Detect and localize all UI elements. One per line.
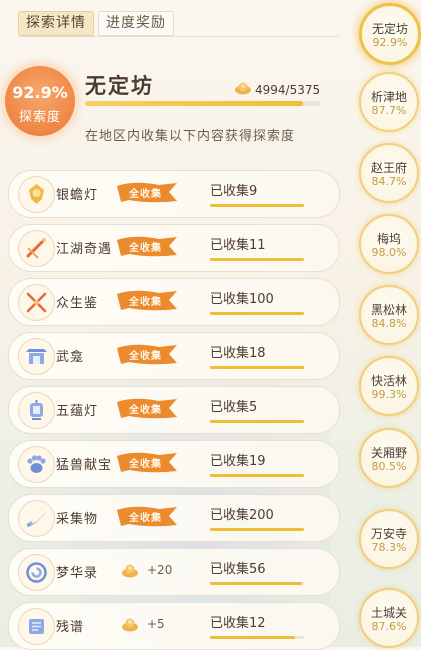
collected-count: 已收集5 (210, 400, 258, 415)
exploration-label: 探索度 (18, 110, 61, 125)
tab-bar: 探索详情 进度奖励 (18, 11, 174, 36)
exploration-percent: 92.9% (12, 83, 68, 102)
item-progress-bar (210, 636, 304, 639)
item-progress-bar (210, 312, 304, 315)
item-progress-fill (210, 528, 304, 531)
full-collection-badge: 全收集 (115, 236, 179, 257)
tab-divider (18, 36, 338, 37)
item-progress-fill (210, 366, 304, 369)
collectible-row[interactable]: 江湖奇遇 全收集 已收集11 (8, 224, 340, 272)
full-collection-badge: 全收集 (115, 182, 179, 203)
item-progress-bar (210, 528, 304, 531)
region-title: 无定坊 (85, 73, 154, 98)
item-progress-bar (210, 366, 304, 369)
item-progress-bar (210, 474, 304, 477)
scroll-icon (29, 619, 44, 634)
collectible-row[interactable]: 残谱 +5 已收集12 (8, 602, 340, 650)
collected-count: 已收集11 (210, 238, 266, 253)
full-collection-badge: 全收集 (115, 344, 179, 365)
item-name: 银蟾灯 (56, 188, 99, 203)
tab-exploration-details[interactable]: 探索详情 (18, 11, 94, 36)
collectible-row[interactable]: 猛兽献宝 全收集 已收集19 (8, 440, 340, 488)
item-name: 采集物 (56, 512, 99, 527)
item-name: 梦华录 (56, 566, 99, 581)
region-button-xijindi[interactable]: 析津地 87.7% (359, 72, 419, 132)
reward-amount: +20 (147, 563, 173, 577)
item-progress-fill (210, 258, 304, 261)
reward-amount: +5 (147, 617, 165, 631)
collectible-row[interactable]: 采集物 全收集 已收集200 (8, 494, 340, 542)
ingot-icon (235, 82, 251, 95)
item-progress-fill (210, 420, 304, 423)
full-collection-badge: 全收集 (115, 398, 179, 419)
item-progress-bar (210, 204, 304, 207)
exploration-percent-badge: 92.9% 探索度 (5, 66, 75, 136)
collected-count: 已收集19 (210, 454, 266, 469)
collected-count: 已收集18 (210, 346, 266, 361)
lantern-icon (30, 400, 43, 420)
full-collection-badge: 全收集 (115, 290, 179, 311)
item-progress-fill (210, 582, 303, 585)
tab-progress-rewards[interactable]: 进度奖励 (98, 11, 174, 36)
collectible-row[interactable]: 众生鉴 全收集 已收集100 (8, 278, 340, 326)
shrine-icon (26, 349, 47, 364)
item-progress-fill (210, 312, 304, 315)
paw-icon (27, 455, 46, 473)
region-list: 无定坊 92.9% 析津地 87.7% 赵王府 84.7% 梅坞 98.0% 黑… (357, 0, 421, 648)
collected-count: 已收集200 (210, 508, 274, 523)
region-button-meiwu[interactable]: 梅坞 98.0% (359, 214, 419, 274)
collectible-row[interactable]: 梦华录 +20 已收集56 (8, 548, 340, 596)
collected-count: 已收集12 (210, 616, 266, 631)
region-button-zhaowangfu[interactable]: 赵王府 84.7% (359, 143, 419, 203)
item-name: 众生鉴 (56, 296, 99, 311)
collected-count: 已收集56 (210, 562, 266, 577)
golden-lantern-icon (29, 184, 44, 204)
collected-count: 已收集9 (210, 184, 258, 199)
item-progress-bar (210, 420, 304, 423)
crossed-swords-icon (26, 292, 47, 313)
exploration-progress-count: 4994/5375 (255, 83, 321, 97)
region-button-wudingfang[interactable]: 无定坊 92.9% (359, 3, 421, 65)
item-name: 猛兽献宝 (56, 458, 113, 473)
collectible-row[interactable]: 武龛 全收集 已收集18 (8, 332, 340, 380)
collected-count: 已收集100 (210, 292, 274, 307)
item-name: 武龛 (56, 350, 85, 365)
ingot-icon (122, 564, 138, 578)
item-progress-fill (210, 636, 295, 639)
item-name: 五蕴灯 (56, 404, 99, 419)
region-button-guanxiangye[interactable]: 关厢野 80.5% (359, 428, 419, 488)
region-button-wananshi[interactable]: 万安寺 78.3% (359, 509, 419, 569)
region-button-tuchengguan[interactable]: 土城关 87.6% (359, 588, 419, 648)
collectible-row[interactable]: 银蟾灯 全收集 已收集9 (8, 170, 340, 218)
sickle-icon (26, 511, 46, 527)
item-progress-bar (210, 258, 304, 261)
exploration-progress-bar (85, 101, 320, 106)
full-collection-badge: 全收集 (115, 452, 179, 473)
item-progress-bar (210, 582, 304, 585)
exploration-progress-fill (85, 101, 304, 106)
item-name: 残谱 (56, 620, 85, 635)
exploration-description: 在地区内收集以下内容获得探索度 (85, 129, 296, 144)
sword-slash-icon (26, 238, 46, 259)
ingot-icon (122, 618, 138, 632)
region-button-heisonglin[interactable]: 黑松林 84.8% (359, 285, 419, 345)
item-progress-fill (210, 204, 304, 207)
swirl-icon (26, 562, 47, 583)
collectible-row[interactable]: 五蕴灯 全收集 已收集5 (8, 386, 340, 434)
region-button-kuaihuolin[interactable]: 快活林 99.3% (359, 356, 419, 416)
full-collection-badge: 全收集 (115, 506, 179, 527)
item-name: 江湖奇遇 (56, 242, 113, 257)
item-progress-fill (210, 474, 304, 477)
